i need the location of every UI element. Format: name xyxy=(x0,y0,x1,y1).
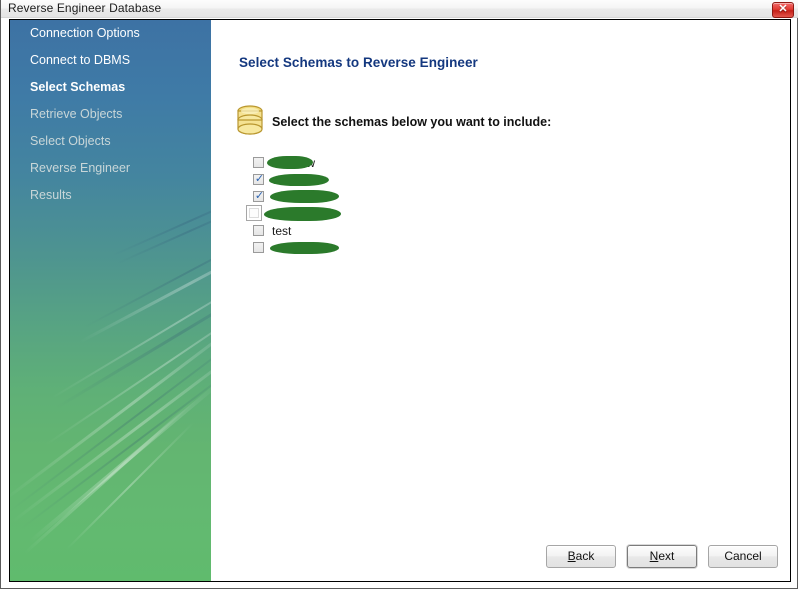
sidebar-item-label: Select Schemas xyxy=(30,80,126,94)
cancel-button[interactable]: Cancel xyxy=(708,545,778,568)
sidebar-item-label: Reverse Engineer xyxy=(30,161,131,175)
redaction-stroke xyxy=(264,207,341,221)
back-button[interactable]: Back xyxy=(546,545,616,568)
sidebar-decoration xyxy=(10,301,211,502)
instruction-text: Select the schemas below you want to inc… xyxy=(272,115,552,129)
schema-list-item[interactable]: new xyxy=(247,155,567,172)
sidebar-decoration xyxy=(10,312,211,514)
schema-list-item[interactable] xyxy=(247,240,567,257)
wizard-step-list: Connection Options Connect to DBMS Selec… xyxy=(10,20,211,209)
sidebar-decoration xyxy=(78,223,211,344)
sidebar-item-connect-to-dbms[interactable]: Connect to DBMS xyxy=(10,47,211,74)
schema-list-item[interactable]: ✓ xyxy=(247,189,567,206)
sidebar-decoration xyxy=(65,421,195,551)
schema-list: new ✓ ✓ test xyxy=(246,155,567,257)
schema-checkbox[interactable]: ✓ xyxy=(253,189,265,202)
sidebar-decoration xyxy=(50,242,211,400)
sidebar-decoration xyxy=(19,347,211,531)
back-button-mnemonic: B xyxy=(567,549,576,563)
wizard-sidebar: Connection Options Connect to DBMS Selec… xyxy=(10,20,211,581)
title-bar: Reverse Engineer Database ✕ xyxy=(1,0,798,18)
dialog-content-frame: Connection Options Connect to DBMS Selec… xyxy=(9,19,791,582)
redaction-stroke xyxy=(270,190,339,203)
sidebar-item-results: Results xyxy=(10,182,211,209)
close-button[interactable]: ✕ xyxy=(772,2,794,18)
database-icon xyxy=(237,105,263,135)
sidebar-decoration xyxy=(54,257,211,410)
close-icon: ✕ xyxy=(778,3,788,15)
page-title: Select Schemas to Reverse Engineer xyxy=(239,55,478,70)
window-title: Reverse Engineer Database xyxy=(8,1,162,15)
sidebar-item-select-schemas[interactable]: Select Schemas xyxy=(10,74,211,101)
sidebar-item-label: Results xyxy=(30,188,72,202)
sidebar-item-label: Connect to DBMS xyxy=(30,53,131,67)
sidebar-decoration xyxy=(11,328,211,523)
schema-checkbox[interactable] xyxy=(253,225,264,236)
sidebar-item-connection-options[interactable]: Connection Options xyxy=(10,20,211,47)
sidebar-item-select-objects: Select Objects xyxy=(10,128,211,155)
sidebar-item-label: Connection Options xyxy=(30,26,140,40)
sidebar-item-reverse-engineer: Reverse Engineer xyxy=(10,155,211,182)
schema-checkbox[interactable] xyxy=(246,205,262,221)
redaction-stroke xyxy=(270,242,339,254)
schema-list-item[interactable]: test xyxy=(247,223,567,240)
redaction-stroke xyxy=(269,174,329,186)
dialog-window: Reverse Engineer Database ✕ Connection O… xyxy=(0,0,798,589)
wizard-main-panel: Select Schemas to Reverse Engineer Selec… xyxy=(211,20,790,581)
schema-name-label: new xyxy=(293,156,316,170)
checkmark-icon: ✓ xyxy=(254,189,265,202)
sidebar-item-label: Retrieve Objects xyxy=(30,107,123,121)
sidebar-item-retrieve-objects: Retrieve Objects xyxy=(10,101,211,128)
sidebar-item-label: Select Objects xyxy=(30,134,111,148)
schema-name-label: test xyxy=(272,224,292,238)
sidebar-decoration xyxy=(83,213,211,329)
schema-list-item[interactable]: ✓ xyxy=(247,172,567,189)
schema-checkbox[interactable] xyxy=(253,242,264,253)
sidebar-decoration xyxy=(23,398,197,555)
next-button[interactable]: Next xyxy=(627,545,697,568)
schema-checkbox[interactable]: ✓ xyxy=(253,172,265,185)
sidebar-decoration xyxy=(27,380,211,544)
next-button-label: ext xyxy=(658,549,675,563)
back-button-label: ack xyxy=(575,549,595,563)
schema-list-item[interactable] xyxy=(246,205,567,223)
sidebar-decoration xyxy=(45,276,211,446)
button-bar: Back Next Cancel xyxy=(211,545,790,569)
schema-checkbox[interactable] xyxy=(253,157,264,168)
checkmark-icon: ✓ xyxy=(254,172,265,185)
